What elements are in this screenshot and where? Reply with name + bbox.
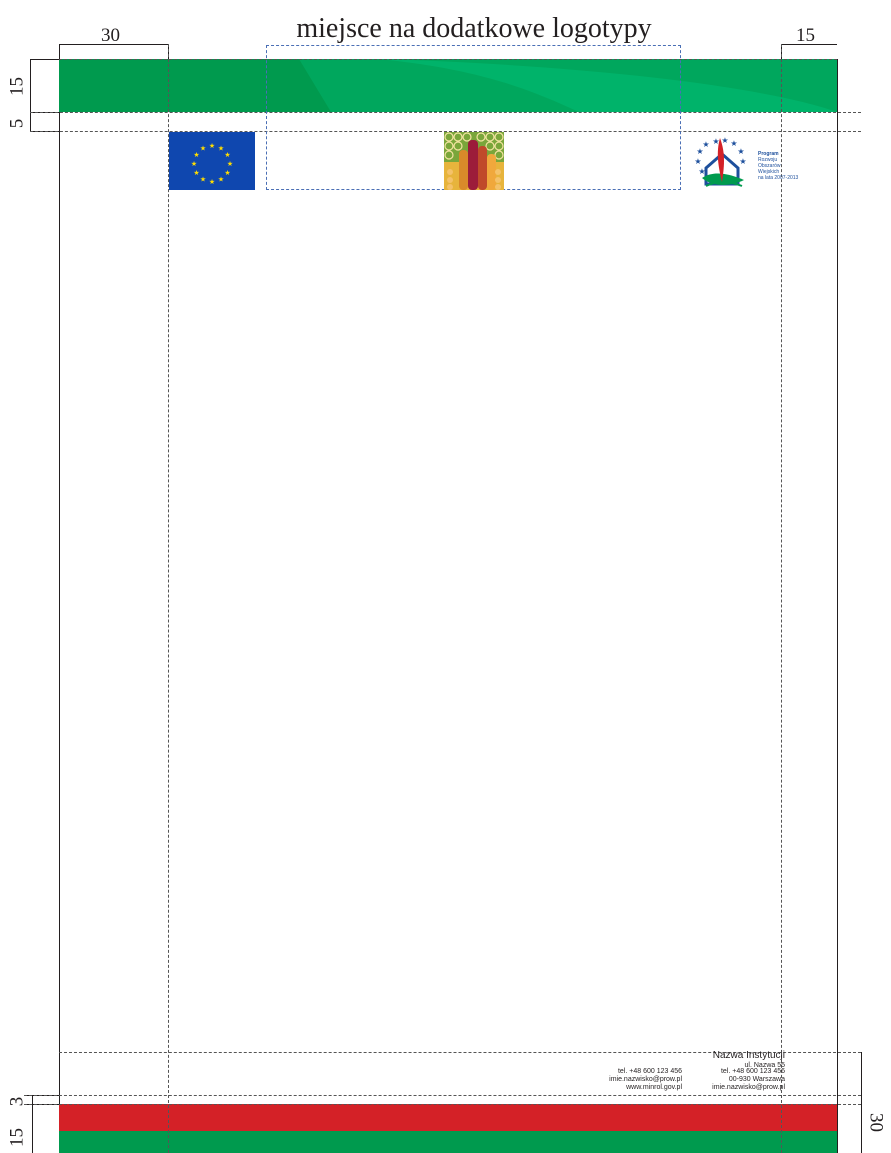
svg-text:★: ★ [712,137,719,146]
svg-text:★: ★ [694,157,701,166]
website: www.minrol.gov.pl [626,1084,682,1091]
dim-tick [30,59,59,60]
svg-text:★: ★ [191,160,197,168]
leader-logo-icon [444,132,504,190]
eu-flag-icon: ★ ★ ★ ★ ★ ★ ★ ★ ★ ★ ★ ★ [169,132,255,190]
dim-tick [59,44,60,59]
guide-left-margin [168,44,169,1153]
prow-line-5: na lata 2007-2013 [758,175,799,181]
page-right-edge [837,59,838,1153]
eu-stars: ★ ★ ★ ★ ★ ★ ★ ★ ★ ★ ★ ★ [191,142,233,186]
dim-label-top-gap: 5 [6,118,28,129]
svg-text:★: ★ [227,160,233,168]
dim-line-footer [861,1052,862,1153]
svg-text:★: ★ [224,151,230,159]
dim-label-top-band: 15 [6,77,28,96]
bottom-red-band [59,1104,837,1131]
bottom-green-band [59,1131,837,1153]
dim-label-right-margin: 15 [796,25,815,46]
dim-label-bottom-band: 15 [6,1128,28,1147]
svg-text:★: ★ [739,157,746,166]
postal-code: 00-930 Warszawa [728,1076,785,1083]
svg-text:★: ★ [218,145,224,153]
svg-text:★: ★ [737,147,744,156]
guide-bottom-band-top [24,1104,861,1105]
institution-name: Nazwa Instytucji [712,1050,785,1061]
svg-text:★: ★ [702,140,709,149]
svg-text:★: ★ [224,169,230,177]
prow-logo-icon: ★ ★ ★ ★ ★ ★ ★ ★ ★ [692,134,756,192]
page-left-edge [59,59,60,1153]
svg-text:★: ★ [209,178,215,186]
svg-text:★: ★ [200,176,206,184]
svg-text:★: ★ [218,176,224,184]
svg-text:★: ★ [193,169,199,177]
svg-text:★: ★ [209,142,215,150]
email-2: imie.nazwisko@prow.pl [712,1084,785,1091]
guide-footer-gap [24,1095,861,1096]
dim-label-left-margin: 30 [101,25,120,46]
svg-text:★: ★ [193,151,199,159]
email-1: imie.nazwisko@prow.pl [609,1076,682,1083]
svg-text:★: ★ [200,145,206,153]
logos-area-label: miejsce na dodatkowe logotypy [296,13,652,44]
guide-right-margin [781,44,782,1153]
svg-text:★: ★ [721,136,728,145]
phone-1: tel. +48 600 123 456 [617,1068,682,1075]
dim-line-top [30,59,31,131]
dim-label-footer: 30 [865,1113,887,1132]
phone-2: tel. +48 600 123 456 [720,1068,785,1075]
prow-logo-text: Program Rozwoju Obszarów Wiejskich na la… [758,151,798,181]
